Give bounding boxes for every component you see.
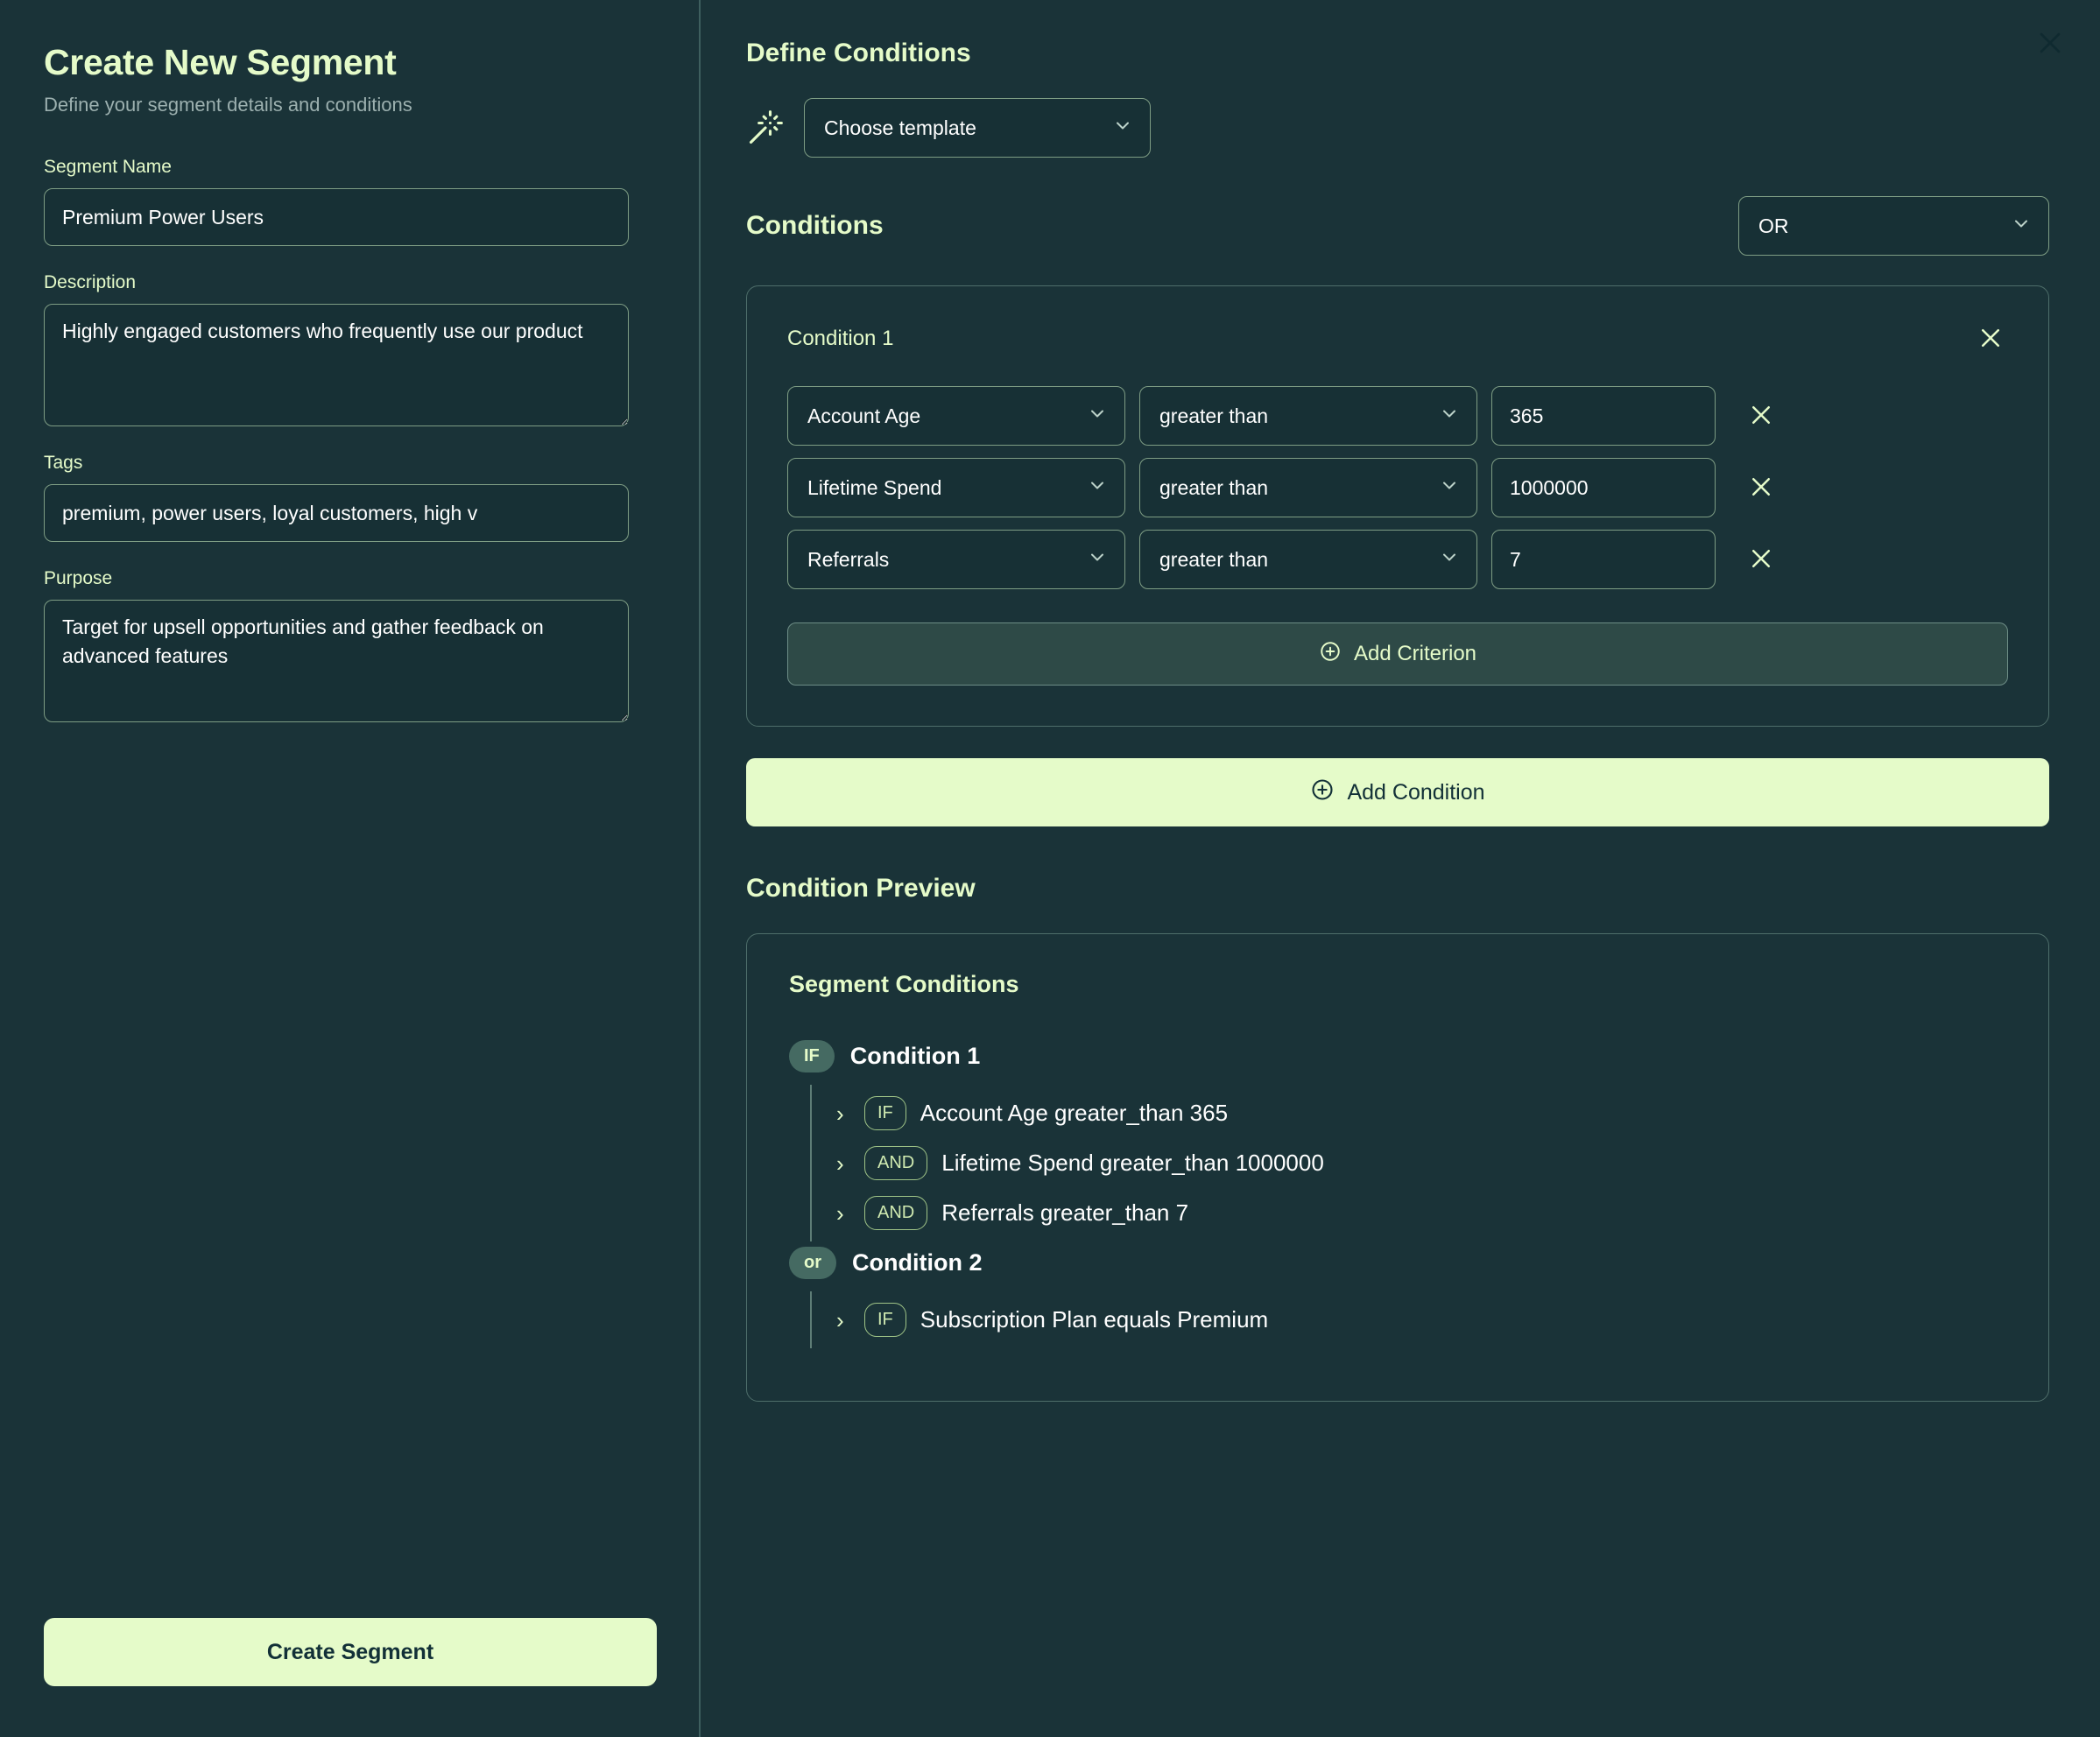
chevron-right-icon[interactable]: › [836,1309,850,1332]
criterion-row: Lifetime Spend greater than [787,458,2008,517]
conditions-heading: Conditions [746,211,884,240]
template-select-wrapper: Choose template [804,98,1151,158]
criterion-row: Account Age greater than [787,386,2008,446]
logic-operator-wrapper: OR [1738,196,2049,256]
criterion-operator-select[interactable]: greater than [1139,458,1477,517]
preview-criterion-row[interactable]: › IF Subscription Plan equals Premium [836,1295,2006,1345]
criterion-logic-badge: AND [864,1146,928,1180]
close-icon [1748,402,1774,431]
preview-criterion-row[interactable]: › IF Account Age greater_than 365 [836,1088,2006,1138]
criterion-operator-wrapper: greater than [1139,458,1477,517]
criterion-summary-text: Referrals greater_than 7 [941,1199,1189,1226]
criterion-field-select[interactable]: Referrals [787,530,1125,589]
page-subtitle: Define your segment details and conditio… [44,94,412,116]
condition-preview-card: Segment Conditions IF Condition 1 › IF Accou… [746,933,2049,1402]
add-criterion-label: Add Criterion [1353,642,1477,665]
close-icon [2035,28,2065,58]
define-conditions-heading: Define Conditions [746,39,971,67]
criterion-operator-wrapper: greater than [1139,530,1477,589]
criterion-field-wrapper: Referrals [787,530,1125,589]
criterion-row: Referrals greater than [787,530,2008,589]
criterion-field-select[interactable]: Lifetime Spend [787,458,1125,517]
description-label: Description [44,272,137,293]
logic-badge: or [789,1247,836,1279]
criteria-rows: Account Agegreater thanLifetime Spendgre… [787,386,2008,589]
tags-group: Tags [44,453,655,543]
create-segment-dialog: Create New Segment Define your segment d… [0,0,2100,1737]
segment-name-label: Segment Name [44,157,172,178]
criterion-logic-badge: IF [864,1303,906,1337]
magic-wand-icon [746,109,785,147]
criterion-value-input[interactable] [1491,458,1716,517]
logic-operator-select[interactable]: OR [1738,196,2049,256]
conditions-panel: Define Conditions Choose template Condit… [701,0,2100,1737]
preview-condition-group: IF Condition 1 › IF Account Age greater_than… [789,1040,2006,1241]
condition-card: Condition 1 Account Agegreater thanLifet… [746,285,2049,727]
preview-criteria-list: › IF Account Age greater_than 365 › AND Lifet… [810,1085,2006,1241]
add-condition-button[interactable]: Add Condition [746,758,2049,826]
description-textarea[interactable]: Highly engaged customers who frequently … [44,304,629,427]
criterion-operator-select[interactable]: greater than [1139,386,1477,446]
tags-input[interactable] [44,484,629,543]
logic-badge: IF [789,1040,835,1072]
segment-conditions-title: Segment Conditions [789,971,1019,997]
plus-circle-icon [1319,640,1342,669]
remove-criterion-button[interactable] [1744,542,1779,577]
close-icon [1748,545,1774,574]
description-group: Description Highly engaged customers who… [44,272,655,427]
criterion-logic-badge: AND [864,1196,928,1230]
criterion-summary-text: Subscription Plan equals Premium [920,1306,1269,1333]
segment-name-input[interactable] [44,188,629,247]
segment-details-panel: Create New Segment Define your segment d… [0,0,701,1737]
template-row: Choose template [746,98,2049,158]
criterion-field-select[interactable]: Account Age [787,386,1125,446]
criterion-summary-text: Lifetime Spend greater_than 1000000 [941,1150,1324,1176]
conditions-header-row: Conditions OR [746,196,2049,256]
preview-criterion-row[interactable]: › AND Referrals greater_than 7 [836,1188,2006,1238]
chevron-right-icon[interactable]: › [836,1102,850,1125]
preview-condition-header: or Condition 2 [789,1247,2006,1279]
add-condition-label: Add Condition [1347,779,1485,805]
add-criterion-button[interactable]: Add Criterion [787,622,2008,686]
criterion-operator-select[interactable]: greater than [1139,530,1477,589]
criterion-summary-text: Account Age greater_than 365 [920,1100,1229,1126]
close-dialog-button[interactable] [2026,19,2074,67]
criterion-operator-wrapper: greater than [1139,386,1477,446]
purpose-group: Purpose Target for upsell opportunities … [44,568,655,723]
condition-preview-heading: Condition Preview [746,874,976,903]
preview-condition-name: Condition 1 [849,1043,981,1069]
left-spacer [44,749,655,1618]
criterion-field-wrapper: Account Age [787,386,1125,446]
create-segment-button[interactable]: Create Segment [44,1618,657,1686]
chevron-right-icon[interactable]: › [836,1202,850,1225]
chevron-right-icon[interactable]: › [836,1152,850,1175]
criterion-field-wrapper: Lifetime Spend [787,458,1125,517]
purpose-textarea[interactable]: Target for upsell opportunities and gath… [44,600,629,723]
close-icon [1748,474,1774,503]
tags-label: Tags [44,453,83,474]
preview-criteria-list: › IF Subscription Plan equals Premium [810,1291,2006,1348]
preview-condition-group: or Condition 2 › IF Subscription Plan equals… [789,1247,2006,1348]
criterion-logic-badge: IF [864,1096,906,1130]
remove-criterion-button[interactable] [1744,470,1779,505]
remove-condition-button[interactable] [1973,321,2008,356]
page-title: Create New Segment [44,42,397,82]
preview-condition-header: IF Condition 1 [789,1040,2006,1072]
purpose-label: Purpose [44,568,113,589]
condition-card-header: Condition 1 [787,321,2008,356]
condition-title: Condition 1 [787,327,894,350]
remove-criterion-button[interactable] [1744,398,1779,433]
preview-criterion-row[interactable]: › AND Lifetime Spend greater_than 1000000 [836,1138,2006,1188]
segment-name-group: Segment Name [44,157,655,247]
plus-circle-icon [1310,777,1335,808]
close-icon [1977,325,2004,354]
preview-groups: IF Condition 1 › IF Account Age greater_than… [789,1040,2006,1348]
criterion-value-input[interactable] [1491,386,1716,446]
preview-condition-name: Condition 2 [852,1249,983,1276]
criterion-value-input[interactable] [1491,530,1716,589]
template-select[interactable]: Choose template [804,98,1151,158]
